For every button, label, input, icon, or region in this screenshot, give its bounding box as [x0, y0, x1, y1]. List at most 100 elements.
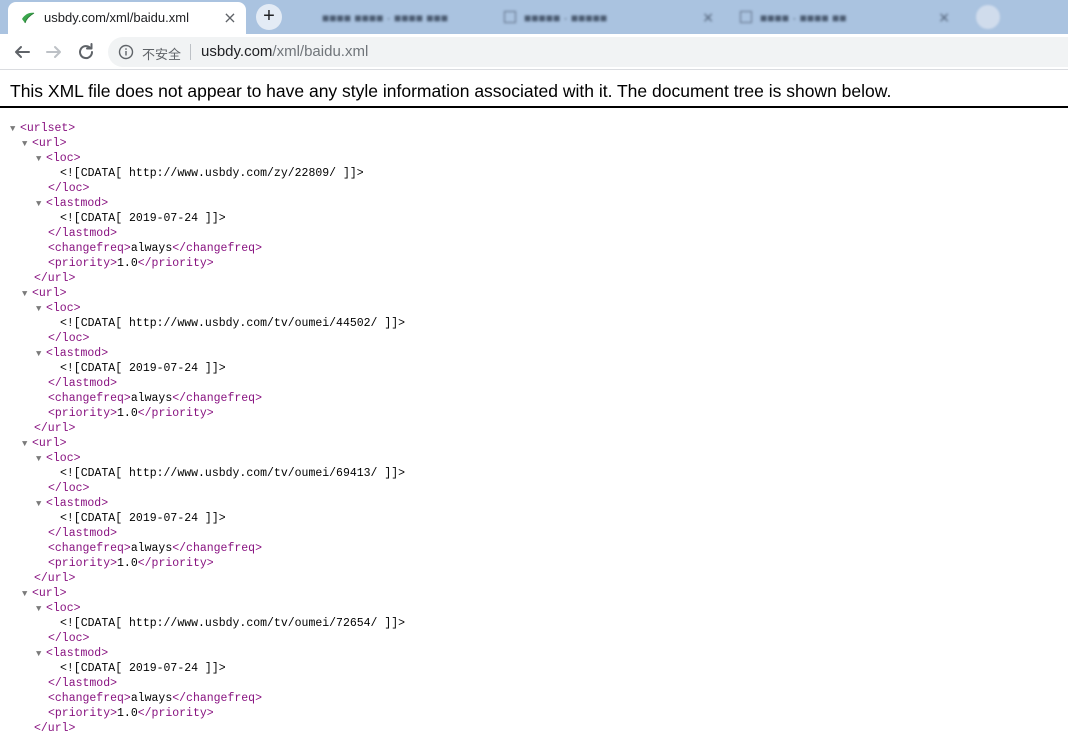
- xml-text: 1.0: [117, 557, 138, 570]
- xml-cdata: <![CDATA[ 2019-07-24 ]]>: [60, 512, 226, 525]
- xml-cdata: <![CDATA[ http://www.usbdy.com/tv/oumei/…: [60, 467, 406, 480]
- collapse-triangle-icon[interactable]: ▼: [36, 497, 46, 512]
- xml-cdata: <![CDATA[ http://www.usbdy.com/zy/22809/…: [60, 167, 364, 180]
- xml-node-loc[interactable]: ▼ <loc>: [36, 451, 81, 466]
- xml-tag: <changefreq>: [48, 692, 131, 705]
- collapse-triangle-icon[interactable]: ▼: [36, 152, 46, 167]
- collapse-triangle-icon[interactable]: ▼: [36, 452, 46, 467]
- xml-tag: </priority>: [137, 257, 214, 270]
- xml-node-url[interactable]: ▼ <url>: [22, 286, 67, 301]
- collapse-triangle-icon[interactable]: ▼: [36, 197, 46, 212]
- tab-title: ■■■■■ · ■■■■■: [524, 11, 608, 25]
- xml-line-cdata: <![CDATA[ 2019-07-24 ]]>: [60, 361, 226, 376]
- collapse-triangle-icon[interactable]: ▼: [22, 437, 32, 452]
- favicon-icon: [20, 10, 36, 26]
- xml-tag: </loc>: [48, 182, 90, 195]
- collapse-triangle-icon[interactable]: ▼: [10, 122, 20, 137]
- tab-active[interactable]: usbdy.com/xml/baidu.xml ×: [8, 2, 246, 34]
- xml-tag: </lastmod>: [48, 227, 118, 240]
- xml-line-cdata: <![CDATA[ 2019-07-24 ]]>: [60, 661, 226, 676]
- xml-line-cdata: <![CDATA[ 2019-07-24 ]]>: [60, 511, 226, 526]
- security-label[interactable]: 不安全: [142, 44, 181, 63]
- xml-text: always: [130, 242, 173, 255]
- xml-tag: <priority>: [48, 707, 118, 720]
- xml-node-url[interactable]: ▼ <url>: [22, 436, 67, 451]
- xml-tag: </lastmod>: [48, 677, 118, 690]
- tab-strip: usbdy.com/xml/baidu.xml × + ■■■■ ■■■■ · …: [0, 0, 1068, 34]
- xml-line-close: </url>: [34, 721, 75, 736]
- tab-background[interactable]: ■■■■ ■■■■ · ■■■■ ■■■: [290, 4, 490, 32]
- xml-line-close: </url>: [34, 421, 75, 436]
- tab-background[interactable]: ■■■■ · ■■■■ ■■ ×: [728, 4, 956, 32]
- xml-tag: </changefreq>: [172, 542, 262, 555]
- xml-line-cdata: <![CDATA[ http://www.usbdy.com/zy/22809/…: [60, 166, 364, 181]
- address-bar[interactable]: 不安全 usbdy.com/xml/baidu.xml: [108, 37, 1068, 67]
- xml-line-close: </lastmod>: [48, 526, 117, 541]
- xml-tag: </url>: [34, 572, 76, 585]
- xml-tag: </url>: [34, 422, 76, 435]
- xml-node-url[interactable]: ▼ <url>: [22, 586, 67, 601]
- page-icon: [740, 11, 752, 23]
- collapse-triangle-icon[interactable]: ▼: [36, 647, 46, 662]
- xml-line-priority: <priority>1.0</priority>: [48, 256, 214, 271]
- collapse-triangle-icon[interactable]: ▼: [36, 302, 46, 317]
- xml-line-close: </loc>: [48, 181, 89, 196]
- xml-node-lastmod[interactable]: ▼ <lastmod>: [36, 196, 108, 211]
- xml-tag: <url>: [32, 287, 67, 300]
- new-tab-button[interactable]: +: [256, 4, 282, 30]
- xml-node-urlset[interactable]: ▼ <urlset>: [10, 121, 75, 136]
- xml-tag: <url>: [32, 437, 67, 450]
- xml-text: always: [130, 692, 173, 705]
- xml-tag: </changefreq>: [172, 242, 262, 255]
- url-host: usbdy.com: [201, 43, 273, 60]
- xml-line-close: </loc>: [48, 631, 89, 646]
- info-icon[interactable]: [118, 44, 134, 60]
- xml-tag: </lastmod>: [48, 527, 118, 540]
- xml-tag: <lastmod>: [46, 647, 109, 660]
- xml-tag: </priority>: [137, 557, 214, 570]
- xml-tag: </loc>: [48, 482, 90, 495]
- xml-line-priority: <priority>1.0</priority>: [48, 706, 214, 721]
- xml-tag: <changefreq>: [48, 242, 131, 255]
- collapse-triangle-icon[interactable]: ▼: [36, 602, 46, 617]
- reload-icon[interactable]: [74, 40, 98, 64]
- tab-title: usbdy.com/xml/baidu.xml: [44, 10, 189, 25]
- xml-cdata: <![CDATA[ 2019-07-24 ]]>: [60, 212, 226, 225]
- profile-avatar[interactable]: [976, 5, 1000, 29]
- xml-node-lastmod[interactable]: ▼ <lastmod>: [36, 646, 108, 661]
- xml-node-url[interactable]: ▼ <url>: [22, 136, 67, 151]
- close-icon[interactable]: ×: [222, 10, 238, 26]
- collapse-triangle-icon[interactable]: ▼: [36, 347, 46, 362]
- xml-line-priority: <priority>1.0</priority>: [48, 406, 214, 421]
- url-text[interactable]: usbdy.com/xml/baidu.xml: [201, 43, 368, 60]
- collapse-triangle-icon[interactable]: ▼: [22, 587, 32, 602]
- xml-line-close: </lastmod>: [48, 676, 117, 691]
- close-icon[interactable]: ×: [702, 10, 714, 26]
- xml-text: 1.0: [117, 407, 138, 420]
- xml-line-cdata: <![CDATA[ 2019-07-24 ]]>: [60, 211, 226, 226]
- xml-line-changefreq: <changefreq>always</changefreq>: [48, 541, 262, 556]
- tab-background[interactable]: ■■■■■ · ■■■■■ ×: [492, 4, 720, 32]
- xml-tag: <lastmod>: [46, 347, 109, 360]
- xml-tag: <urlset>: [20, 122, 76, 135]
- xml-tag: </changefreq>: [172, 392, 262, 405]
- xml-line-close: </loc>: [48, 481, 89, 496]
- xml-line-cdata: <![CDATA[ http://www.usbdy.com/tv/oumei/…: [60, 616, 405, 631]
- xml-tag: <lastmod>: [46, 497, 109, 510]
- xml-node-loc[interactable]: ▼ <loc>: [36, 151, 81, 166]
- collapse-triangle-icon[interactable]: ▼: [22, 287, 32, 302]
- xml-node-lastmod[interactable]: ▼ <lastmod>: [36, 346, 108, 361]
- xml-line-changefreq: <changefreq>always</changefreq>: [48, 391, 262, 406]
- xml-tag: <priority>: [48, 407, 118, 420]
- xml-text: always: [130, 392, 173, 405]
- xml-node-loc[interactable]: ▼ <loc>: [36, 301, 81, 316]
- tab-title: ■■■■ ■■■■ · ■■■■ ■■■: [322, 11, 449, 25]
- forward-arrow-icon[interactable]: [42, 40, 66, 64]
- close-icon[interactable]: ×: [938, 10, 950, 26]
- xml-node-loc[interactable]: ▼ <loc>: [36, 601, 81, 616]
- xml-node-lastmod[interactable]: ▼ <lastmod>: [36, 496, 108, 511]
- back-arrow-icon[interactable]: [10, 40, 34, 64]
- xml-line-close: </lastmod>: [48, 376, 117, 391]
- xml-line-close: </url>: [34, 271, 75, 286]
- collapse-triangle-icon[interactable]: ▼: [22, 137, 32, 152]
